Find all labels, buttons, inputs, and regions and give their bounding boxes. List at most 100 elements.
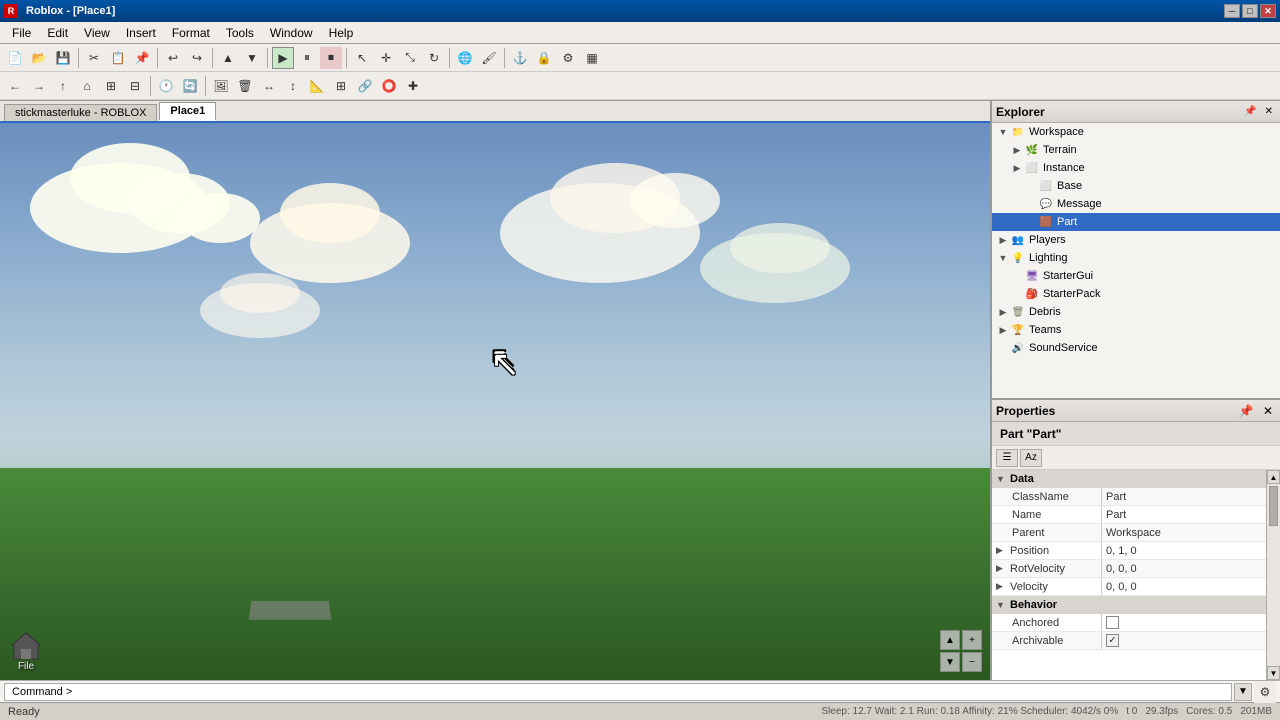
tree-item-lighting[interactable]: ▼ 💡 Lighting <box>992 249 1280 267</box>
tree-item-startergui[interactable]: 🖥 StarterGui <box>992 267 1280 285</box>
align-btn[interactable]: ⊞ <box>330 75 352 97</box>
scroll-thumb[interactable] <box>1269 486 1278 526</box>
flip-btn[interactable]: ↕ <box>282 75 304 97</box>
rotvelocity-expand-icon[interactable]: ▶ <box>996 563 1010 574</box>
anchored-checkbox[interactable] <box>1106 616 1119 629</box>
minimize-button[interactable]: ─ <box>1224 4 1240 18</box>
clock-btn[interactable]: 🕐 <box>155 75 177 97</box>
maximize-button[interactable]: □ <box>1242 4 1258 18</box>
menu-window[interactable]: Window <box>262 24 321 42</box>
section-behavior[interactable]: ▼ Behavior <box>992 596 1266 614</box>
tree-item-instance[interactable]: ▶ ⬜ Instance <box>992 159 1280 177</box>
menu-format[interactable]: Format <box>164 24 218 42</box>
tree-item-soundservice[interactable]: 🔊 SoundService <box>992 339 1280 357</box>
prop-category-btn[interactable]: ☰ <box>996 449 1018 467</box>
menu-insert[interactable]: Insert <box>118 24 164 42</box>
redo-button[interactable]: ↪ <box>186 47 208 69</box>
select-button[interactable]: ↖ <box>351 47 373 69</box>
stop-button[interactable]: ⏹ <box>320 47 342 69</box>
mirror-btn[interactable]: ↔ <box>258 75 280 97</box>
anim-btn[interactable]: 🔄 <box>179 75 201 97</box>
open-button[interactable]: 📂 <box>28 47 50 69</box>
terrain-btn[interactable]: 🌐 <box>454 47 476 69</box>
save-button[interactable]: 💾 <box>52 47 74 69</box>
prop-scrollbar[interactable]: ▲ ▼ <box>1266 470 1280 680</box>
title-bar-controls[interactable]: ─ □ ✕ <box>1224 4 1276 18</box>
anchor-btn[interactable]: ⚓ <box>509 47 531 69</box>
explorer-pin-btn[interactable]: 📌 <box>1241 106 1259 117</box>
tree-item-message[interactable]: 💬 Message <box>992 195 1280 213</box>
command-settings-btn[interactable]: ⚙ <box>1254 681 1276 703</box>
expand-instance[interactable]: ▶ <box>1010 163 1024 174</box>
command-dropdown-btn[interactable]: ▼ <box>1234 683 1252 701</box>
explorer-close-btn[interactable]: ✕ <box>1262 106 1276 117</box>
up-arrow-button[interactable]: ▲ <box>217 47 239 69</box>
menu-icon-area[interactable]: File <box>8 629 44 672</box>
nav-zoom-in-btn[interactable]: + <box>962 630 982 650</box>
tree-item-teams[interactable]: ▶ 🏆 Teams <box>992 321 1280 339</box>
expand-debris[interactable]: ▶ <box>996 307 1010 318</box>
cut-button[interactable]: ✂ <box>83 47 105 69</box>
scale-button[interactable]: ⤡ <box>399 47 421 69</box>
menu-tools[interactable]: Tools <box>218 24 262 42</box>
position-expand-icon[interactable]: ▶ <box>996 545 1010 556</box>
scroll-down-btn[interactable]: ▼ <box>1267 666 1280 680</box>
circle-btn[interactable]: ⭕ <box>378 75 400 97</box>
grid-btn[interactable]: ⊟ <box>124 75 146 97</box>
tree-item-base[interactable]: ⬜ Base <box>992 177 1280 195</box>
command-input[interactable] <box>4 683 1232 701</box>
paint-btn[interactable]: 🖌 <box>478 47 500 69</box>
undo-button[interactable]: ↩ <box>162 47 184 69</box>
tree-item-starterpack[interactable]: 🎒 StarterPack <box>992 285 1280 303</box>
down-arrow-button[interactable]: ▼ <box>241 47 263 69</box>
expand-players[interactable]: ▶ <box>996 235 1010 246</box>
nav-zoom-out-btn[interactable]: − <box>962 652 982 672</box>
copy-button[interactable]: 📋 <box>107 47 129 69</box>
up-btn[interactable]: ↑ <box>52 75 74 97</box>
viewport[interactable]: ↖ File ▲ + ▼ − <box>0 123 990 680</box>
snap-btn[interactable]: 📐 <box>306 75 328 97</box>
prop-name-value[interactable]: Part <box>1102 506 1266 523</box>
properties-close-btn[interactable]: ✕ <box>1260 404 1276 418</box>
fwd-btn[interactable]: → <box>28 75 50 97</box>
back-btn[interactable]: ← <box>4 75 26 97</box>
menu-help[interactable]: Help <box>321 24 362 42</box>
play-button[interactable]: ▶ <box>272 47 294 69</box>
prop-anchored-value[interactable] <box>1102 614 1266 631</box>
expand-terrain[interactable]: ▶ <box>1010 145 1024 156</box>
move-button[interactable]: ✛ <box>375 47 397 69</box>
tree-item-terrain[interactable]: ▶ 🌿 Terrain <box>992 141 1280 159</box>
home-btn[interactable]: ⌂ <box>76 75 98 97</box>
weld-btn[interactable]: 🔗 <box>354 75 376 97</box>
tree-item-workspace[interactable]: ▼ 📁 Workspace <box>992 123 1280 141</box>
scroll-track[interactable] <box>1267 484 1280 666</box>
prop-parent-value[interactable]: Workspace <box>1102 524 1266 541</box>
prop-velocity-value[interactable]: 0, 0, 0 <box>1102 578 1266 595</box>
scroll-up-btn[interactable]: ▲ <box>1267 470 1280 484</box>
img-btn[interactable]: 🖼 <box>210 75 232 97</box>
expand-teams[interactable]: ▶ <box>996 325 1010 336</box>
plus-btn[interactable]: ✚ <box>402 75 424 97</box>
menu-edit[interactable]: Edit <box>39 24 76 42</box>
tree-item-debris[interactable]: ▶ 🗑 Debris <box>992 303 1280 321</box>
expand-workspace[interactable]: ▼ <box>996 127 1010 137</box>
del-btn[interactable]: 🗑 <box>234 75 256 97</box>
prop-alpha-btn[interactable]: Az <box>1020 449 1042 467</box>
section-data[interactable]: ▼ Data <box>992 470 1266 488</box>
tree-item-part[interactable]: 🟫 Part <box>992 213 1280 231</box>
expand-lighting[interactable]: ▼ <box>996 253 1010 263</box>
properties-pin-btn[interactable]: 📌 <box>1236 404 1257 418</box>
archivable-checkbox[interactable] <box>1106 634 1119 647</box>
prop-rotvelocity-value[interactable]: 0, 0, 0 <box>1102 560 1266 577</box>
velocity-expand-icon[interactable]: ▶ <box>996 581 1010 592</box>
tree-item-players[interactable]: ▶ 👥 Players <box>992 231 1280 249</box>
nav-up-btn[interactable]: ▲ <box>940 630 960 650</box>
nav-down-btn[interactable]: ▼ <box>940 652 960 672</box>
prop-archivable-value[interactable] <box>1102 632 1266 649</box>
tab-roblox[interactable]: stickmasterluke - ROBLOX <box>4 104 157 121</box>
prop-position-value[interactable]: 0, 1, 0 <box>1102 542 1266 559</box>
lock-btn[interactable]: 🔒 <box>533 47 555 69</box>
menu-file[interactable]: File <box>4 24 39 42</box>
new-button[interactable]: 📄 <box>4 47 26 69</box>
tab-place1[interactable]: Place1 <box>159 102 216 121</box>
